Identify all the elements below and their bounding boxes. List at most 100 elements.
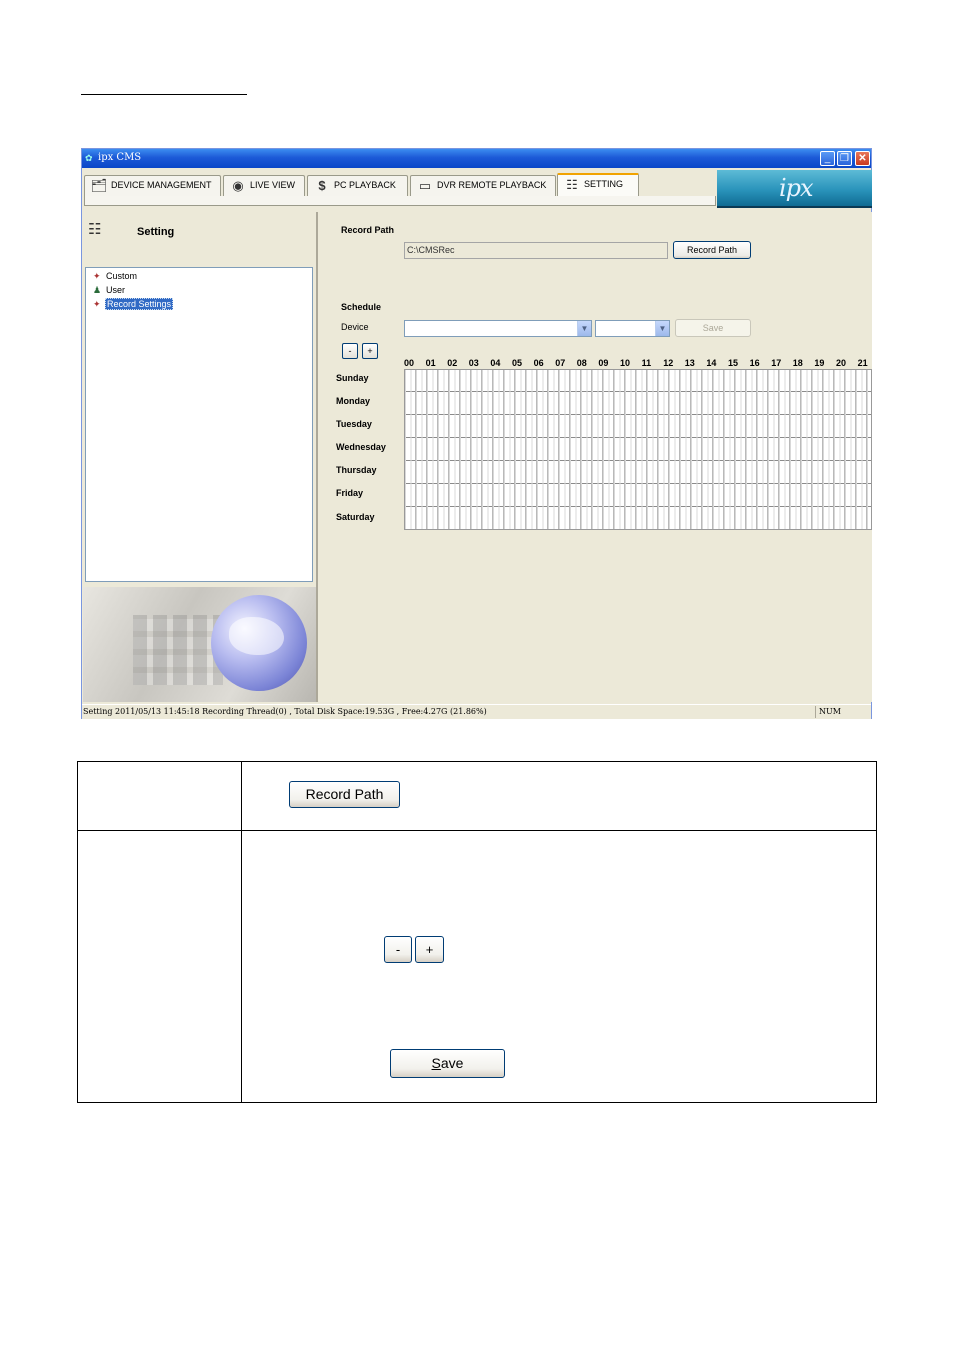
status-divider [815,706,816,718]
hour-label: 01 [425,358,436,368]
hour-label: 19 [814,358,825,368]
ipx-logo: ipx [779,174,814,202]
device-management-icon: 🗂 [90,178,108,193]
title-bar[interactable]: ✿ ipx CMS _ ❐ ✕ [82,149,871,168]
tree-item-custom[interactable]: ✦ Custom [93,270,138,283]
brand-banner: ipx [717,170,872,208]
hour-label: 06 [533,358,544,368]
hour-label: 07 [555,358,566,368]
tab-dvr-remote-playback[interactable]: ▭ DVR REMOTE PLAYBACK [410,175,556,196]
tree-item-record-settings[interactable]: ✦ Record Settings [93,298,174,311]
hour-label: 17 [771,358,782,368]
user-icon: ♟ [93,285,102,295]
keypad-graphic [133,615,223,685]
hour-label: 13 [684,358,695,368]
hour-label: 16 [749,358,760,368]
record-settings-panel: Record Path C:\CMSRec Record Path Schedu… [320,212,872,702]
day-label: Friday [336,488,364,498]
save-mnemonic: S [431,1055,441,1071]
tab-device-management[interactable]: 🗂 DEVICE MANAGEMENT [84,175,221,196]
schedule-heading: Schedule [341,302,382,312]
app-icon: ✿ [85,153,93,163]
app-window: ✿ ipx CMS _ ❐ ✕ 🗂 DEVICE MANAGEMENT ◉ LI… [81,148,872,719]
schedule-grid[interactable] [404,369,872,530]
tree-item-label: Custom [106,271,138,281]
dvr-icon: ▭ [418,178,432,193]
tab-label: DEVICE MANAGEMENT [111,180,212,190]
hour-label: 20 [836,358,847,368]
num-lock-indicator: NUM [819,707,841,716]
tab-label: PC PLAYBACK [334,180,396,190]
tree-item-label: Record Settings [105,298,174,310]
plus-button[interactable]: + [362,343,378,359]
status-bar: Setting 2011/05/13 11:45:18 Recording Th… [82,704,871,719]
day-label: Monday [336,396,371,406]
tab-strip: 🗂 DEVICE MANAGEMENT ◉ LIVE VIEW $ PC PLA… [82,168,872,208]
settings-tree: ✦ Custom ♟ User ✦ Record Settings [85,267,313,582]
day-label: Thursday [336,465,377,475]
tree-item-user[interactable]: ♟ User [93,284,126,297]
hour-label: 03 [468,358,479,368]
save-button-illustration: Save [390,1049,505,1078]
hour-label: 08 [576,358,587,368]
dollar-icon: $ [318,178,326,193]
hour-label: 14 [706,358,717,368]
plus-button-illustration: + [415,936,444,963]
record-path-field[interactable]: C:\CMSRec [404,242,668,259]
record-settings-icon: ✦ [93,299,101,309]
decorative-globe-image [83,587,316,702]
hour-header: 00 01 02 03 04 05 06 07 08 09 10 11 12 1… [404,357,874,369]
setting-icon: ☷ [566,177,578,192]
tab-label: DVR REMOTE PLAYBACK [437,180,547,190]
window-title: ipx CMS [98,152,142,163]
day-label: Sunday [336,373,369,383]
description-table: Record Path - + Save [77,761,877,1103]
hour-label: 21 [857,358,868,368]
left-panel: ☷ Setting ✦ Custom ♟ User ✦ Record Settings [82,212,318,702]
channel-select[interactable]: ▼ [595,320,670,337]
hour-label: 05 [512,358,523,368]
hour-label: 09 [598,358,609,368]
tree-item-label: User [106,285,126,295]
save-button[interactable]: Save [675,319,751,337]
minimize-button[interactable]: _ [820,151,835,166]
panel-title: Setting [137,226,175,238]
hour-label: 18 [792,358,803,368]
top-rule [81,94,247,95]
device-select[interactable]: ▼ [404,320,592,337]
hour-label: 10 [620,358,631,368]
tab-setting[interactable]: ☷ SETTING [557,173,639,197]
minus-button[interactable]: - [342,343,358,359]
tab-content-edge [84,196,716,206]
tab-live-view[interactable]: ◉ LIVE VIEW [223,175,305,196]
hour-label: 04 [490,358,501,368]
tab-pc-playback[interactable]: $ PC PLAYBACK [307,175,408,196]
minus-button-illustration: - [384,936,412,963]
chevron-down-icon[interactable]: ▼ [577,321,591,336]
record-path-heading: Record Path [341,225,395,235]
save-rest: ave [440,1055,464,1071]
tab-label: LIVE VIEW [250,180,296,190]
hour-label: 12 [663,358,674,368]
day-label: Wednesday [336,442,386,452]
status-text: Setting 2011/05/13 11:45:18 Recording Th… [83,707,487,716]
table-column-divider [241,762,242,1102]
tab-label: SETTING [584,179,624,189]
day-label: Saturday [336,512,375,522]
custom-icon: ✦ [93,271,101,281]
day-label: Tuesday [336,419,372,429]
globe-graphic [211,595,307,691]
hour-label: 11 [641,358,652,368]
hour-label: 15 [728,358,739,368]
hour-label: 02 [447,358,458,368]
chevron-down-icon[interactable]: ▼ [655,321,669,336]
record-path-button[interactable]: Record Path [673,241,751,259]
device-label: Device [341,322,369,332]
eye-icon: ◉ [232,178,244,193]
record-path-button-illustration: Record Path [289,781,400,808]
maximize-button[interactable]: ❐ [837,151,852,166]
close-button[interactable]: ✕ [855,151,870,166]
setting-icon: ☷ [88,221,102,238]
hour-label: 00 [404,358,415,368]
table-row-divider [78,830,876,831]
